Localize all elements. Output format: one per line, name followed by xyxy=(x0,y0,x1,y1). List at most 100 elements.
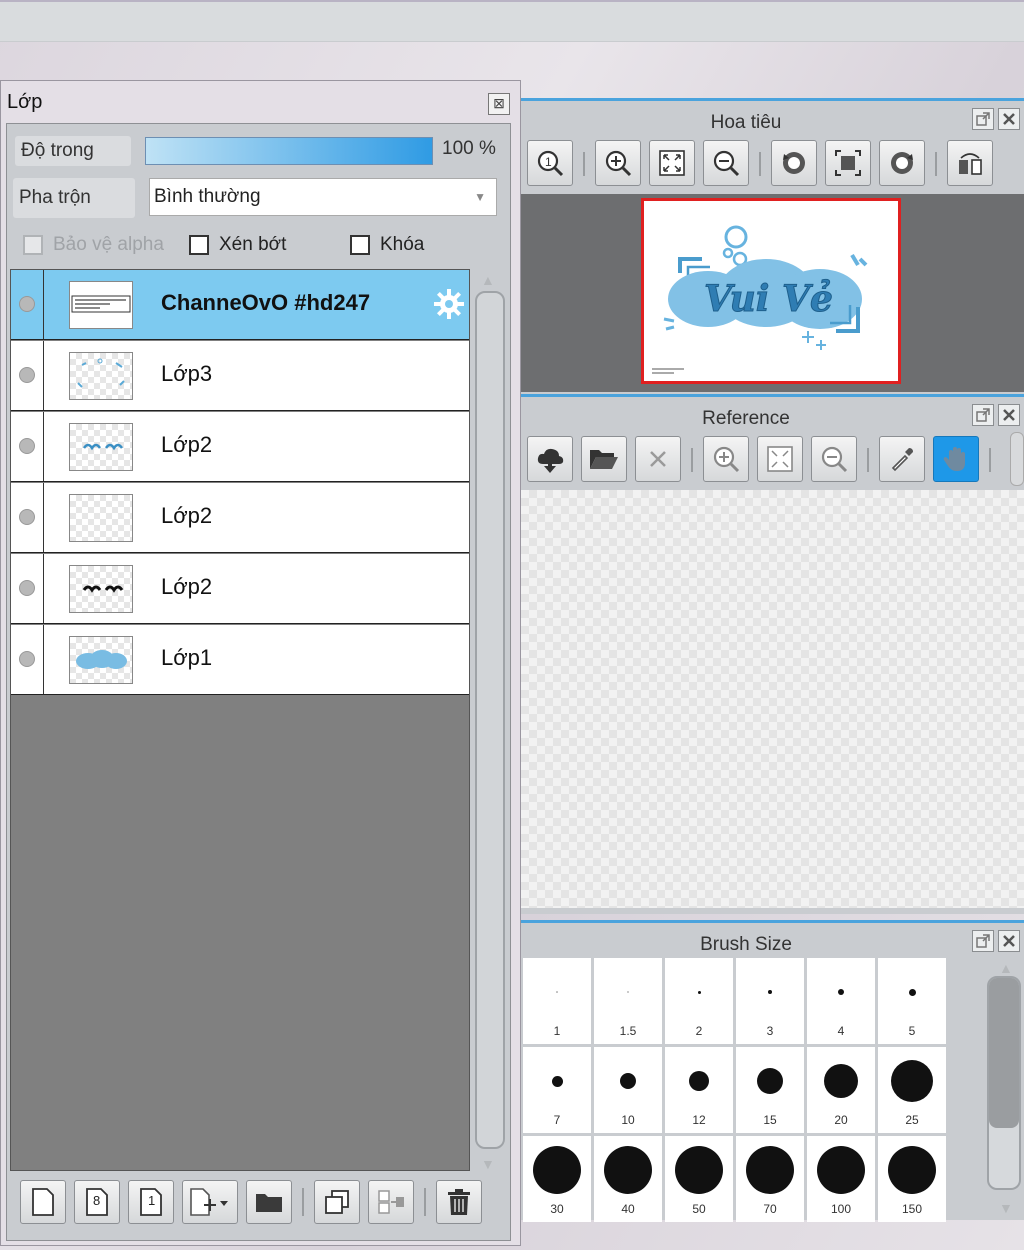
brush-size-option[interactable]: 100 xyxy=(807,1136,875,1222)
brush-size-dot xyxy=(908,988,916,996)
open-file-button[interactable] xyxy=(581,436,627,482)
new-layer-button[interactable] xyxy=(20,1180,66,1224)
popout-icon[interactable] xyxy=(972,108,994,130)
visibility-toggle[interactable] xyxy=(11,270,44,339)
popout-icon[interactable] xyxy=(972,404,994,426)
zoom-out-button[interactable] xyxy=(703,140,749,186)
clip-label: Xén bớt xyxy=(219,234,287,255)
layer-1bit-label: 1 xyxy=(148,1193,156,1208)
scroll-up-icon[interactable]: ▲ xyxy=(999,960,1013,976)
visibility-toggle[interactable] xyxy=(11,483,44,552)
rotate-right-button[interactable] xyxy=(879,140,925,186)
brush-size-label: 4 xyxy=(837,1024,845,1038)
reference-scrollbar[interactable] xyxy=(1010,432,1024,486)
layer-row[interactable]: Lớp2 xyxy=(11,554,469,624)
delete-layer-button[interactable] xyxy=(436,1180,482,1224)
duplicate-layer-button[interactable] xyxy=(314,1180,360,1224)
visibility-toggle[interactable] xyxy=(11,554,44,623)
visibility-toggle[interactable] xyxy=(11,625,44,694)
brush-size-option[interactable]: 5 xyxy=(878,958,946,1044)
brush-size-option[interactable]: 7 xyxy=(523,1047,591,1133)
close-icon[interactable] xyxy=(998,108,1020,130)
close-icon[interactable] xyxy=(998,930,1020,952)
popout-icon[interactable] xyxy=(972,930,994,952)
brush-size-option[interactable]: 10 xyxy=(594,1047,662,1133)
brush-size-option[interactable]: 70 xyxy=(736,1136,804,1222)
opacity-value: 100 % xyxy=(442,138,496,159)
layer-name: Lớp2 xyxy=(161,503,213,528)
import-canvas-button[interactable] xyxy=(527,436,573,482)
brush-size-option[interactable]: 150 xyxy=(878,1136,946,1222)
brush-size-option[interactable]: 20 xyxy=(807,1047,875,1133)
brush-size-option[interactable]: 2 xyxy=(665,958,733,1044)
layer-row[interactable]: Lớp2 xyxy=(11,412,469,482)
layers-panel: Lớp ⊠ Độ trong 100 % Pha trộn Bình thườn… xyxy=(0,80,521,1246)
brush-size-option[interactable]: 15 xyxy=(736,1047,804,1133)
flip-horizontal-button[interactable] xyxy=(947,140,993,186)
eyedropper-button[interactable] xyxy=(879,436,925,482)
brush-size-dot xyxy=(891,1060,933,1102)
blend-mode-select[interactable]: Bình thường ▼ xyxy=(149,178,497,216)
protect-alpha-checkbox[interactable]: Bảo vệ alpha xyxy=(23,234,164,256)
brush-size-option[interactable]: 1.5 xyxy=(594,958,662,1044)
scrollbar-thumb[interactable] xyxy=(475,291,505,1149)
brush-size-label: 3 xyxy=(766,1024,774,1038)
close-icon[interactable]: ⊠ xyxy=(488,93,510,115)
scroll-down-icon[interactable]: ▼ xyxy=(999,1200,1013,1216)
layer-row[interactable]: Lớp2 xyxy=(11,483,469,553)
layer-list-scrollbar[interactable] xyxy=(473,287,505,1157)
brush-size-option[interactable]: 25 xyxy=(878,1047,946,1133)
layers-panel-title: Lớp xyxy=(7,91,43,113)
clip-checkbox[interactable]: Xén bớt xyxy=(189,234,286,256)
navigator-preview[interactable]: Vui Vẻ xyxy=(521,194,1024,392)
reset-view-button[interactable] xyxy=(825,140,871,186)
flip-icon xyxy=(959,153,982,175)
zoom-in-button[interactable] xyxy=(595,140,641,186)
layer-thumbnail xyxy=(69,423,133,471)
brush-size-option[interactable]: 12 xyxy=(665,1047,733,1133)
new-folder-button[interactable] xyxy=(246,1180,292,1224)
clear-reference-button[interactable] xyxy=(635,436,681,482)
gear-icon[interactable] xyxy=(433,288,465,320)
scroll-down-icon[interactable]: ▼ xyxy=(481,1156,495,1172)
brush-size-option[interactable]: 1 xyxy=(523,958,591,1044)
brush-size-option[interactable]: 50 xyxy=(665,1136,733,1222)
new-layer-8bit-button[interactable]: 8 xyxy=(74,1180,120,1224)
brush-size-label: 150 xyxy=(901,1202,923,1216)
fit-to-window-button[interactable] xyxy=(649,140,695,186)
visibility-toggle[interactable] xyxy=(11,412,44,481)
ref-fit-button[interactable] xyxy=(757,436,803,482)
brush-size-label: 1.5 xyxy=(619,1024,637,1038)
brush-size-dot xyxy=(817,1146,865,1194)
zoom-reset-button[interactable]: 1 xyxy=(527,140,573,186)
scroll-up-icon[interactable]: ▲ xyxy=(481,272,495,288)
merge-down-button[interactable] xyxy=(368,1180,414,1224)
close-icon[interactable] xyxy=(998,404,1020,426)
lock-checkbox[interactable]: Khóa xyxy=(350,234,424,256)
add-layer-menu-button[interactable] xyxy=(182,1180,238,1224)
layer-row[interactable]: ChanneOvO #hd247 xyxy=(11,270,469,340)
ref-zoom-in-button[interactable] xyxy=(703,436,749,482)
ref-zoom-out-button[interactable] xyxy=(811,436,857,482)
chevron-down-icon: ▼ xyxy=(474,190,486,204)
rotate-right-icon xyxy=(891,152,913,174)
layer-row[interactable]: Lớp1 xyxy=(11,625,469,695)
brush-size-option[interactable]: 30 xyxy=(523,1136,591,1222)
new-layer-1bit-button[interactable]: 1 xyxy=(128,1180,174,1224)
reference-canvas[interactable] xyxy=(521,490,1024,908)
rotate-left-button[interactable] xyxy=(771,140,817,186)
opacity-slider[interactable] xyxy=(145,137,433,165)
brush-size-option[interactable]: 40 xyxy=(594,1136,662,1222)
brush-size-label: 10 xyxy=(621,1113,635,1127)
brush-size-panel: Brush Size 1 1.5 2 3 4 5 7 10 12 15 20 25 30 40 50 70 10… xyxy=(521,920,1024,1222)
visibility-toggle[interactable] xyxy=(11,341,44,410)
hand-tool-button[interactable] xyxy=(933,436,979,482)
brush-size-dot xyxy=(604,1146,652,1194)
layer-row[interactable]: Lớp3 xyxy=(11,341,469,411)
brush-size-dot xyxy=(697,990,701,994)
close-icon xyxy=(650,451,666,467)
layer-thumbnail xyxy=(69,494,133,542)
brush-size-option[interactable]: 4 xyxy=(807,958,875,1044)
brush-size-option[interactable]: 3 xyxy=(736,958,804,1044)
zoom-out-icon xyxy=(713,150,740,177)
